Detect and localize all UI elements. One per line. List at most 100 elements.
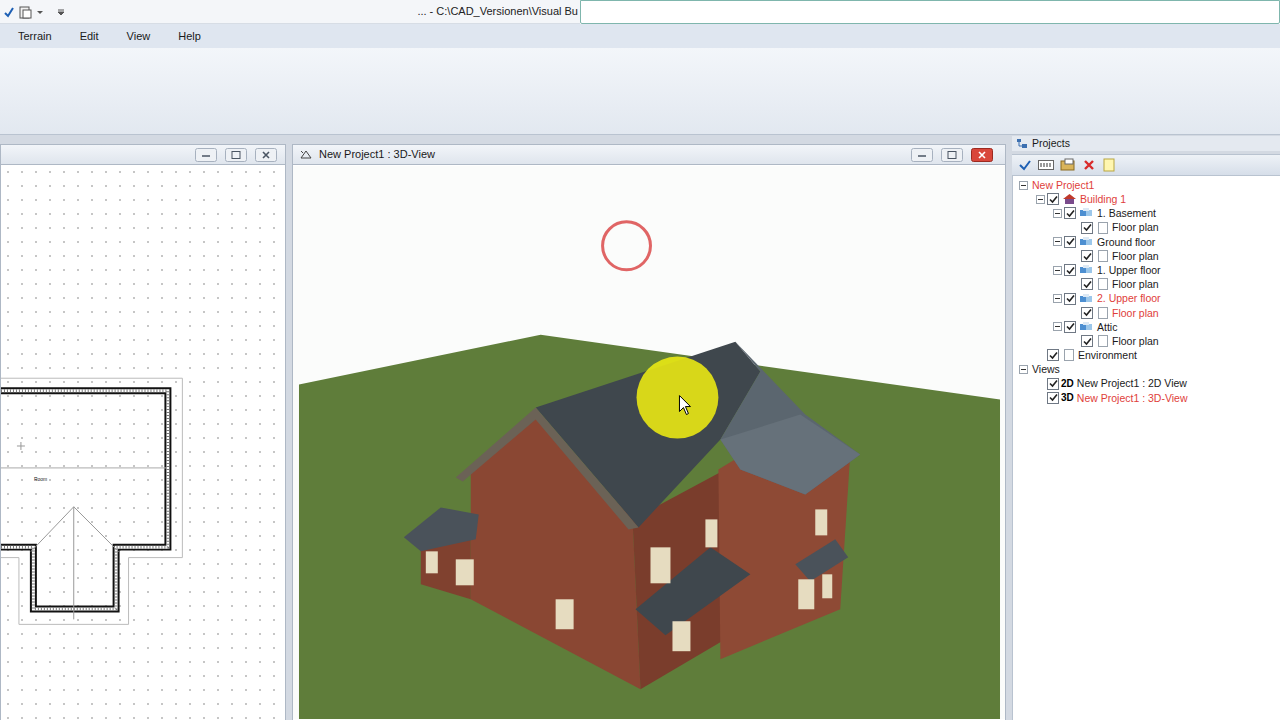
delete-icon[interactable] xyxy=(1082,158,1096,172)
tree-item[interactable]: 2DNew Project1 : 2D View xyxy=(1013,377,1280,391)
3d-scene[interactable] xyxy=(293,165,1005,720)
floor-icon xyxy=(1079,264,1094,276)
check-icon xyxy=(1066,209,1075,218)
tree-item[interactable]: New Project1 xyxy=(1013,178,1280,192)
menu-item[interactable]: View xyxy=(127,28,151,45)
view-canvas[interactable] xyxy=(292,165,1006,720)
cursor-highlight xyxy=(637,357,719,439)
check-icon xyxy=(1049,195,1058,204)
tree-item[interactable]: 1. Upper floor xyxy=(1013,263,1280,277)
tree-label: New Project1 xyxy=(1032,180,1094,191)
tree-label: Floor plan xyxy=(1112,308,1159,319)
collapse-toggle[interactable] xyxy=(1053,237,1062,246)
page-icon xyxy=(1062,349,1075,361)
close-icon[interactable] xyxy=(971,148,993,162)
check-icon xyxy=(1066,322,1075,331)
view-type: 2D xyxy=(1061,376,1074,391)
tree-checkbox[interactable] xyxy=(1081,335,1093,347)
paste-icon[interactable] xyxy=(18,5,32,19)
tree-item[interactable]: Building 1 xyxy=(1013,192,1280,206)
check-icon xyxy=(1083,223,1092,232)
view-window: New Project1 : 3D-View xyxy=(292,135,1006,720)
tree-item[interactable]: Views xyxy=(1013,362,1280,376)
close-icon[interactable] xyxy=(255,148,277,162)
projects-toolbar xyxy=(1012,154,1280,176)
check-icon xyxy=(1066,266,1075,275)
tree-item[interactable]: Ground floor xyxy=(1013,235,1280,249)
collapse-toggle[interactable] xyxy=(1053,322,1062,331)
building-icon xyxy=(1062,193,1077,205)
collapse-toggle[interactable] xyxy=(1053,266,1062,275)
tree-item[interactable]: 2. Upper floor xyxy=(1013,292,1280,306)
check-icon xyxy=(1049,393,1058,402)
maximize-icon[interactable] xyxy=(941,148,963,162)
tree-checkbox[interactable] xyxy=(1081,278,1093,290)
accept-icon[interactable] xyxy=(1018,158,1032,172)
minimize-icon[interactable] xyxy=(195,148,217,162)
menu-item[interactable]: Help xyxy=(178,28,201,45)
tree-checkbox[interactable] xyxy=(1081,307,1093,319)
menu-item[interactable]: Terrain xyxy=(18,28,52,45)
ribbon xyxy=(0,48,1280,135)
rename-icon[interactable] xyxy=(1038,158,1054,172)
window-controls xyxy=(911,148,993,162)
tree-label: Floor plan xyxy=(1112,336,1159,347)
tree-label: Views xyxy=(1032,364,1060,375)
tree-checkbox[interactable] xyxy=(1064,321,1076,333)
cursor-icon xyxy=(679,396,690,415)
plan-window: Room xyxy=(0,135,286,720)
collapse-toggle[interactable] xyxy=(1036,195,1045,204)
tree-item[interactable]: 3DNew Project1 : 3D-View xyxy=(1013,391,1280,405)
collapse-toggle[interactable] xyxy=(1053,209,1062,218)
tree-label: Floor plan xyxy=(1112,279,1159,290)
window-controls xyxy=(195,148,277,162)
tree-item[interactable]: Floor plan xyxy=(1013,306,1280,320)
tree-item[interactable]: Floor plan xyxy=(1013,334,1280,348)
plan-canvas[interactable]: Room xyxy=(0,165,286,720)
dropdown-icon[interactable] xyxy=(36,8,44,16)
tree-item[interactable]: Floor plan xyxy=(1013,277,1280,291)
page-icon xyxy=(1096,250,1109,262)
tree-checkbox[interactable] xyxy=(1047,378,1059,390)
check-icon xyxy=(1083,280,1092,289)
menu-item[interactable]: Edit xyxy=(80,28,99,45)
page-icon xyxy=(1096,222,1109,234)
tree-checkbox[interactable] xyxy=(1064,207,1076,219)
tree-label: Attic xyxy=(1097,322,1117,333)
workspace: RoomNew Project1 : 3D-ViewProjectsNew Pr… xyxy=(0,135,1280,720)
page-icon xyxy=(1096,335,1109,347)
tree-item[interactable]: 1. Basement xyxy=(1013,206,1280,220)
floor-plan-drawing[interactable]: Room xyxy=(1,165,285,720)
tree-item[interactable]: Floor plan xyxy=(1013,249,1280,263)
plan-window-titlebar xyxy=(0,144,286,165)
floor-icon xyxy=(1079,207,1094,219)
tree-label: New Project1 : 3D-View xyxy=(1077,393,1188,404)
tree-checkbox[interactable] xyxy=(1081,222,1093,234)
customize-icon[interactable] xyxy=(56,7,66,17)
note-icon[interactable] xyxy=(1102,158,1116,172)
tree-checkbox[interactable] xyxy=(1064,264,1076,276)
tree-checkbox[interactable] xyxy=(1047,392,1059,404)
tree-checkbox[interactable] xyxy=(1081,250,1093,262)
tree-checkbox[interactable] xyxy=(1047,193,1059,205)
collapse-toggle[interactable] xyxy=(1019,181,1028,190)
page-icon xyxy=(1096,278,1109,290)
check-icon xyxy=(1083,252,1092,261)
collapse-toggle[interactable] xyxy=(1019,365,1028,374)
projects-header: Projects xyxy=(1012,136,1280,151)
tree-checkbox[interactable] xyxy=(1047,349,1059,361)
tree-item[interactable]: Environment xyxy=(1013,348,1280,362)
tree-label: Floor plan xyxy=(1112,222,1159,233)
title-bar: ... - C:\CAD_Versionen\Visual Bu xyxy=(0,0,1280,24)
check-icon[interactable] xyxy=(4,6,14,18)
quick-access-toolbar xyxy=(0,5,66,19)
tree-item[interactable]: Attic xyxy=(1013,320,1280,334)
tree-checkbox[interactable] xyxy=(1064,236,1076,248)
tree-item[interactable]: Floor plan xyxy=(1013,221,1280,235)
properties-icon[interactable] xyxy=(1060,158,1076,172)
minimize-icon[interactable] xyxy=(911,148,933,162)
collapse-toggle[interactable] xyxy=(1053,294,1062,303)
tree-checkbox[interactable] xyxy=(1064,293,1076,305)
project-tree: New Project1Building 11. Basement Floor p… xyxy=(1012,176,1280,720)
maximize-icon[interactable] xyxy=(225,148,247,162)
